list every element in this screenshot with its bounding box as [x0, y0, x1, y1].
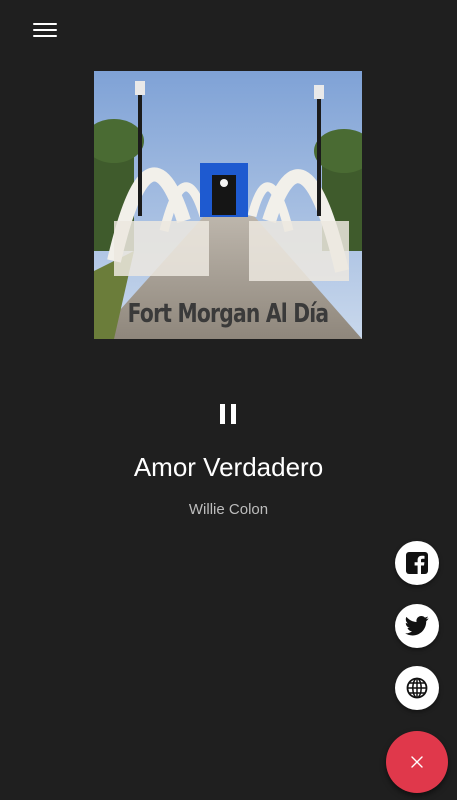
- pause-icon: [231, 404, 236, 424]
- facebook-button[interactable]: [395, 541, 439, 585]
- pause-icon: [220, 404, 225, 424]
- album-art: Fort Morgan Al Día: [94, 71, 362, 339]
- pause-button[interactable]: [210, 396, 246, 432]
- globe-icon: [406, 677, 428, 699]
- website-button[interactable]: [395, 666, 439, 710]
- menu-button[interactable]: [28, 16, 62, 44]
- close-icon: [411, 756, 423, 768]
- track-title: Amor Verdadero: [133, 452, 324, 482]
- hamburger-line: [33, 29, 57, 31]
- twitter-button[interactable]: [395, 604, 439, 648]
- album-caption: Fort Morgan Al Día: [127, 299, 329, 329]
- track-artist: Willie Colon: [188, 501, 269, 518]
- facebook-icon: [406, 552, 428, 574]
- hamburger-line: [33, 23, 57, 25]
- hamburger-line: [33, 35, 57, 37]
- close-fab-button[interactable]: [386, 731, 448, 793]
- twitter-icon: [405, 616, 429, 636]
